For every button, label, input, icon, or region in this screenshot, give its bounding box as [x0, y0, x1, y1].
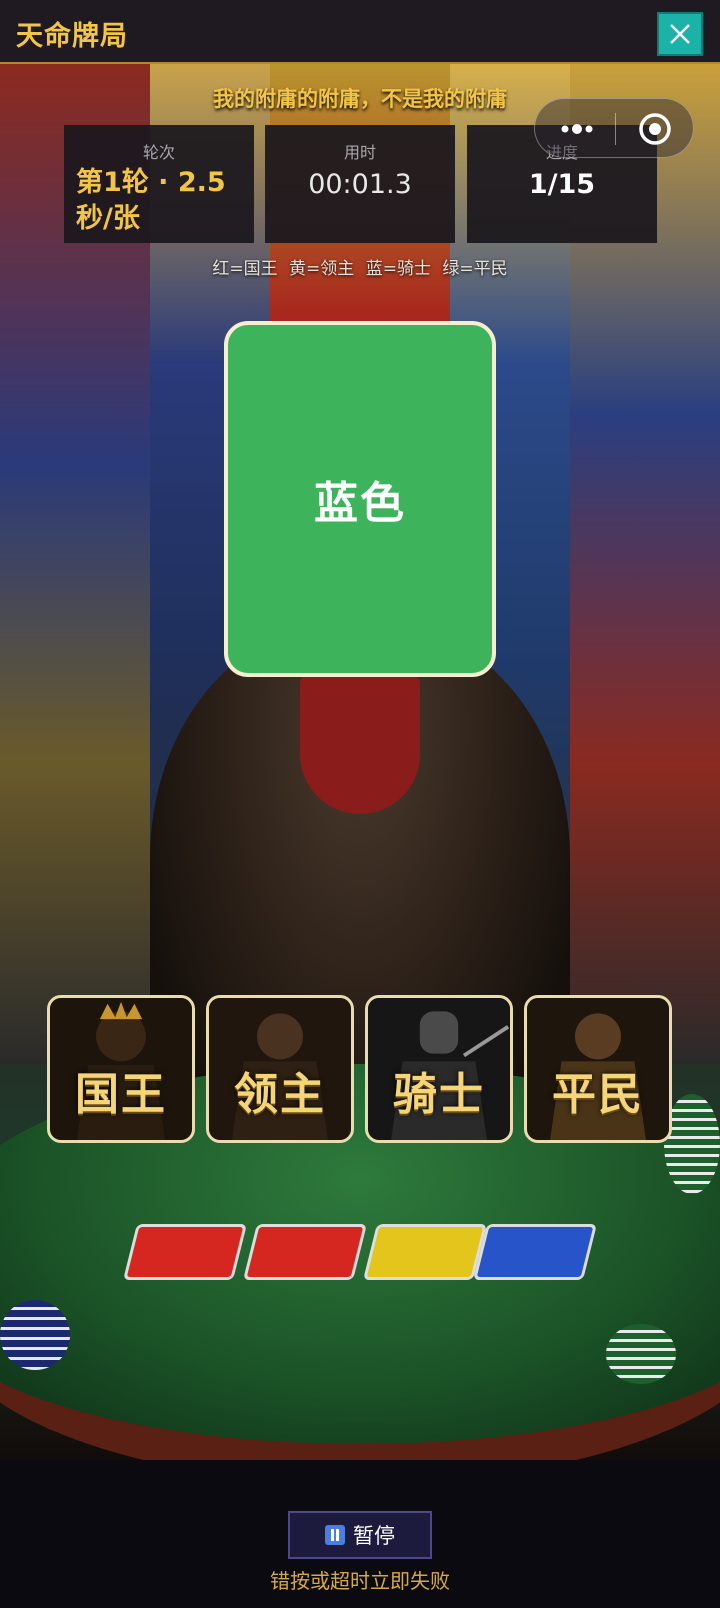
answer-lord-label: 领主: [234, 1069, 326, 1120]
round-panel: 轮次 第1轮 · 2.5秒/张: [64, 125, 254, 243]
chip-stack-right: [606, 1324, 676, 1384]
miniprogram-capsule: [534, 98, 694, 158]
table-card-blue: [473, 1224, 597, 1280]
failure-warning: 错按或超时立即失败: [270, 1569, 450, 1593]
chip-stack-far-right: [664, 1094, 720, 1194]
capsule-divider: [615, 113, 616, 145]
progress-value: 1/15: [528, 169, 596, 200]
answer-knight-label: 骑士: [393, 1069, 485, 1120]
table-card-yellow: [363, 1224, 487, 1280]
table-card-red-2: [243, 1224, 367, 1280]
round-value: 第1轮 · 2.5秒/张: [76, 167, 226, 234]
app-title: 天命牌局: [16, 21, 128, 52]
answer-knight-button[interactable]: 骑士: [365, 995, 513, 1143]
answer-commoner-label: 平民: [552, 1069, 644, 1120]
more-dots-icon[interactable]: [553, 117, 601, 141]
time-label: 用时: [343, 143, 376, 162]
dealer-scarf: [300, 674, 420, 814]
answer-lord-button[interactable]: 领主: [206, 995, 354, 1143]
title-bar: 天命牌局: [0, 0, 720, 64]
pause-label: 暂停: [353, 1524, 395, 1548]
pause-button[interactable]: 暂停: [288, 1511, 432, 1559]
round-label: 轮次: [142, 143, 175, 162]
target-icon[interactable]: [637, 111, 673, 147]
close-icon: [670, 24, 690, 44]
color-legend: 红=国王 黄=领主 蓝=骑士 绿=平民: [212, 259, 508, 279]
answer-king-button[interactable]: 国王: [47, 995, 195, 1143]
time-panel: 用时 00:01.3: [265, 125, 455, 243]
time-value: 00:01.3: [308, 169, 412, 200]
answer-commoner-button[interactable]: 平民: [524, 995, 672, 1143]
color-card-text: 蓝色: [314, 478, 406, 529]
color-card: 蓝色: [224, 321, 496, 677]
answer-king-label: 国王: [75, 1069, 167, 1120]
close-button[interactable]: [657, 12, 703, 56]
table-card-red-1: [123, 1224, 247, 1280]
chip-stack-left: [0, 1300, 70, 1370]
pause-icon: [325, 1525, 345, 1545]
